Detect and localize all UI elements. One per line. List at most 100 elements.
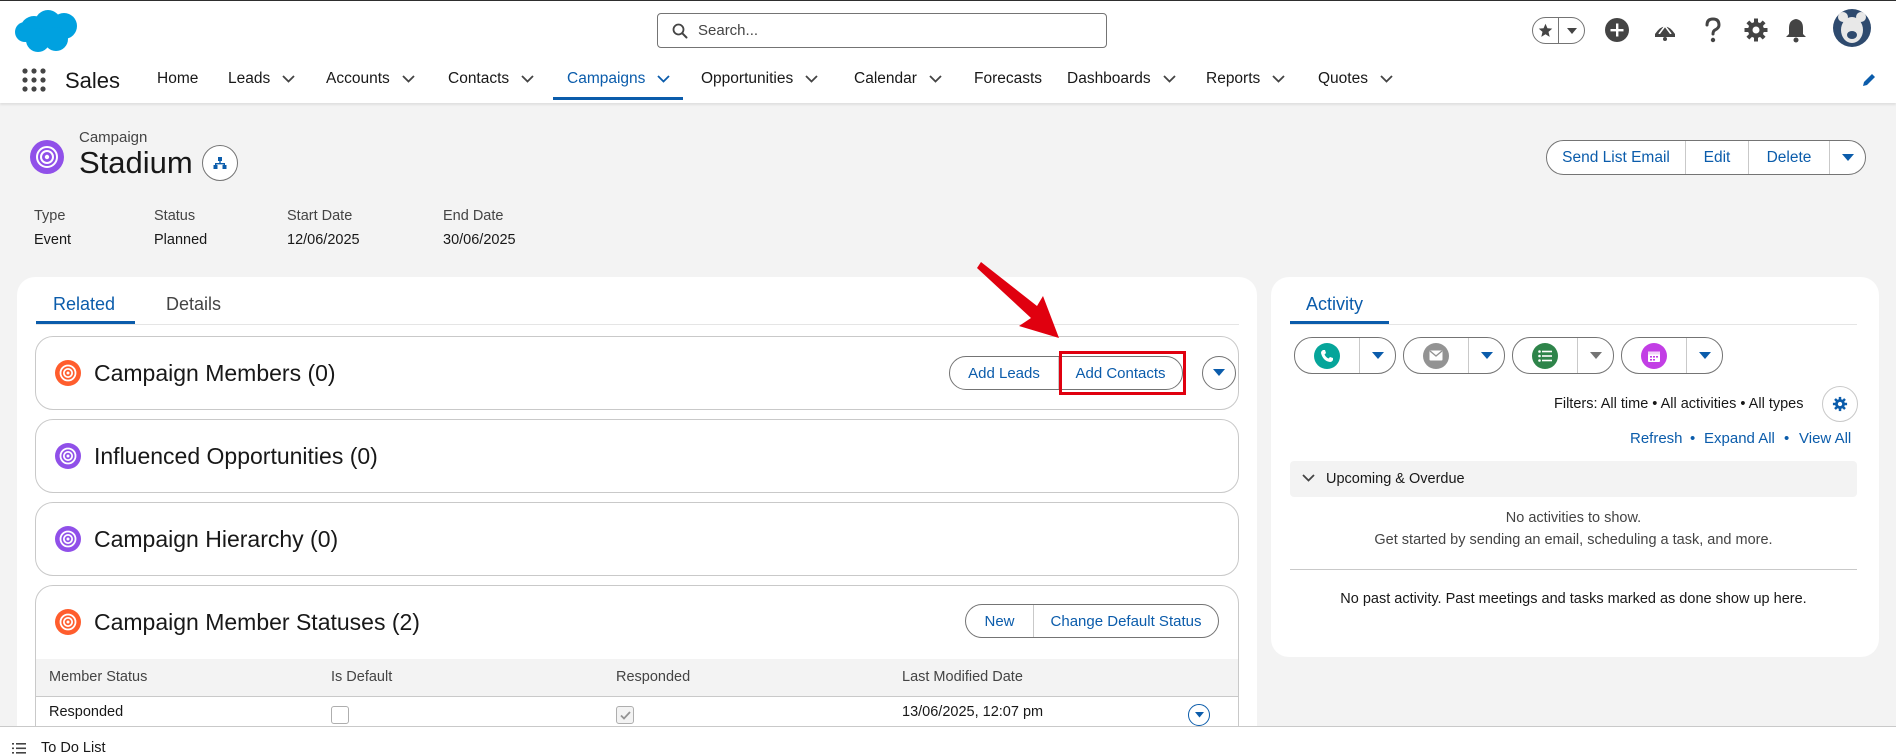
field-value-status: Planned: [154, 232, 208, 248]
nav-item-calendar[interactable]: Calendar: [854, 70, 942, 88]
row-member-status: Responded: [49, 704, 124, 720]
phone-call-icon: [1314, 342, 1340, 369]
nav-item-forecasts[interactable]: Forecasts: [974, 70, 1042, 88]
column-header-responded[interactable]: Responded: [616, 669, 690, 685]
chevron-down-icon[interactable]: [1162, 75, 1176, 83]
expand-all-link[interactable]: Expand All: [1704, 430, 1775, 447]
nav-item-label: Opportunities: [701, 70, 794, 87]
email-icon: [1423, 342, 1449, 369]
chevron-down-icon[interactable]: [805, 75, 818, 83]
field-value-start-date: 12/06/2025: [287, 232, 360, 248]
chevron-down-icon: [1480, 351, 1493, 360]
campaign-member-icon: [55, 609, 81, 635]
chevron-down-icon: [1589, 351, 1602, 360]
red-arrow-annotation: [975, 262, 1065, 342]
chevron-down-icon[interactable]: [402, 75, 415, 83]
global-search-input[interactable]: Search...: [657, 13, 1107, 48]
send-email-button[interactable]: [1404, 338, 1468, 373]
more-actions-dropdown[interactable]: [1829, 141, 1865, 174]
campaign-hierarchy-card: Campaign Hierarchy (0): [35, 502, 1239, 576]
separator-dot: •: [1784, 430, 1790, 447]
todo-list-icon: [12, 743, 26, 754]
no-activities-text: No activities to show.: [1505, 510, 1642, 526]
nav-item-home[interactable]: Home: [157, 70, 198, 88]
responded-checkbox: [616, 706, 634, 724]
hierarchy-icon: [213, 156, 227, 170]
filter-settings-button[interactable]: [1822, 386, 1858, 422]
log-call-dropdown[interactable]: [1359, 338, 1395, 373]
activity-filters-text: Filters: All time • All activities • All…: [1554, 396, 1804, 412]
chevron-down-icon[interactable]: [1272, 75, 1285, 83]
edit-button[interactable]: Edit: [1685, 141, 1748, 174]
nav-item-label: Contacts: [448, 70, 510, 87]
send-list-email-button[interactable]: Send List Email: [1547, 141, 1685, 174]
column-header-is-default[interactable]: Is Default: [331, 669, 392, 685]
nav-active-indicator: [553, 97, 683, 100]
task-dropdown[interactable]: [1577, 338, 1613, 373]
help-icon[interactable]: [1702, 17, 1724, 43]
gear-icon: [1832, 396, 1848, 412]
field-label-start-date: Start Date: [287, 208, 353, 224]
chevron-down-icon[interactable]: [521, 75, 534, 83]
add-leads-button[interactable]: Add Leads: [950, 357, 1058, 389]
tab-activity[interactable]: Activity: [1306, 294, 1363, 315]
cloud-logo-icon[interactable]: [14, 8, 82, 54]
nav-item-campaigns[interactable]: Campaigns: [567, 70, 671, 88]
notifications-bell-icon[interactable]: [1784, 17, 1808, 43]
chevron-down-icon[interactable]: [1380, 75, 1393, 83]
todo-list-button[interactable]: To Do List: [41, 740, 105, 755]
influenced-opportunities-title[interactable]: Influenced Opportunities (0): [94, 443, 378, 470]
edit-nav-pencil-icon[interactable]: [1861, 72, 1877, 88]
campaign-hierarchy-title[interactable]: Campaign Hierarchy (0): [94, 526, 338, 553]
new-status-button[interactable]: New: [966, 605, 1033, 637]
nav-item-leads[interactable]: Leads: [228, 70, 295, 88]
highlight-box: [1059, 351, 1186, 395]
nav-item-opportunities[interactable]: Opportunities: [701, 70, 818, 88]
refresh-link[interactable]: Refresh: [1630, 430, 1683, 447]
favorites-dropdown-icon[interactable]: [1558, 18, 1584, 43]
favorite-star-icon[interactable]: [1533, 18, 1558, 43]
view-all-link[interactable]: View All: [1799, 430, 1851, 447]
email-dropdown[interactable]: [1468, 338, 1504, 373]
members-more-dropdown[interactable]: [1202, 356, 1236, 390]
app-launcher-icon[interactable]: [22, 68, 46, 92]
utility-bar: To Do List: [0, 726, 1896, 755]
influenced-opportunities-card: Influenced Opportunities (0): [35, 419, 1239, 493]
campaign-members-title[interactable]: Campaign Members (0): [94, 360, 336, 387]
nav-item-accounts[interactable]: Accounts: [326, 70, 415, 88]
nav-item-reports[interactable]: Reports: [1206, 70, 1285, 88]
campaign-target-icon: [55, 443, 81, 469]
chevron-down-icon[interactable]: [929, 75, 942, 83]
change-default-status-button[interactable]: Change Default Status: [1033, 605, 1218, 637]
column-header-member-status[interactable]: Member Status: [49, 669, 147, 685]
trailhead-guidance-icon[interactable]: [1652, 17, 1678, 43]
tab-related[interactable]: Related: [53, 294, 115, 315]
upcoming-overdue-section[interactable]: Upcoming & Overdue: [1290, 461, 1857, 497]
chevron-down-icon[interactable]: [657, 75, 671, 83]
nav-item-label: Home: [157, 70, 199, 87]
event-dropdown[interactable]: [1686, 338, 1722, 373]
chevron-down-icon[interactable]: [282, 75, 295, 83]
no-past-activity-text: No past activity. Past meetings and task…: [1340, 591, 1807, 607]
nav-item-label: Accounts: [326, 70, 390, 87]
new-task-button[interactable]: [1513, 338, 1577, 373]
user-avatar[interactable]: [1832, 8, 1872, 48]
chevron-down-icon: [1302, 474, 1315, 482]
setup-gear-icon[interactable]: [1743, 17, 1769, 43]
global-create-icon[interactable]: [1604, 17, 1630, 43]
tab-details[interactable]: Details: [166, 294, 221, 315]
delete-button[interactable]: Delete: [1748, 141, 1829, 174]
nav-item-quotes[interactable]: Quotes: [1318, 70, 1393, 88]
row-actions-dropdown[interactable]: [1188, 704, 1210, 726]
nav-item-dashboards[interactable]: Dashboards: [1067, 70, 1176, 88]
view-hierarchy-button[interactable]: [202, 145, 238, 181]
new-event-button[interactable]: [1622, 338, 1686, 373]
log-call-button[interactable]: [1295, 338, 1359, 373]
status-table-header: Member Status Is Default Responded Last …: [36, 659, 1238, 697]
field-label-status: Status: [154, 208, 196, 224]
member-statuses-title[interactable]: Campaign Member Statuses (2): [94, 609, 420, 636]
task-publisher: [1512, 337, 1614, 374]
nav-item-contacts[interactable]: Contacts: [448, 70, 534, 88]
column-header-last-modified[interactable]: Last Modified Date: [902, 669, 1023, 685]
is-default-checkbox: [331, 706, 349, 724]
